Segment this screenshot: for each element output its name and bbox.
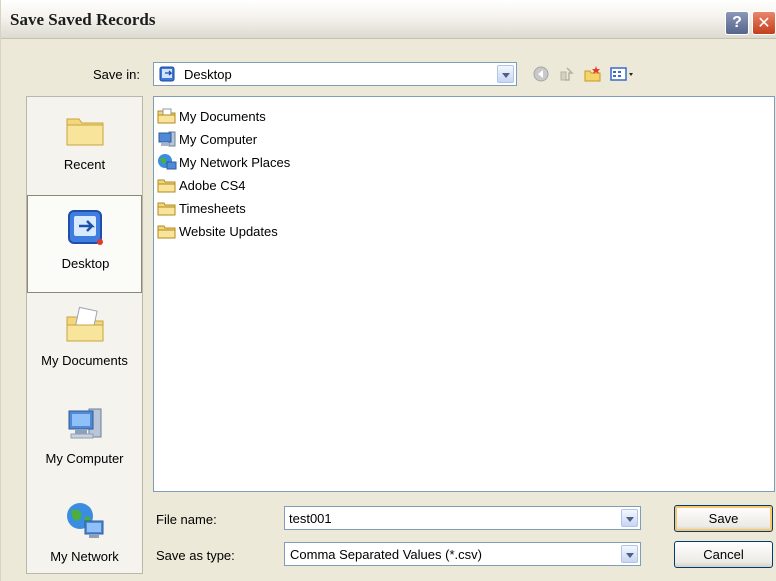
title-bar[interactable]: Save Saved Records ? ✕ bbox=[1, 0, 776, 39]
save-dialog: Save Saved Records ? ✕ Save in: Desktop bbox=[0, 0, 776, 581]
computer-icon bbox=[158, 131, 176, 147]
save-as-type-label: Save as type: bbox=[156, 548, 235, 563]
list-item[interactable]: My Computer bbox=[157, 128, 257, 150]
place-my-computer[interactable]: My Computer bbox=[27, 391, 142, 489]
cancel-button[interactable]: Cancel bbox=[674, 541, 773, 568]
save-button[interactable]: Save bbox=[674, 505, 773, 532]
file-name: Adobe CS4 bbox=[179, 177, 246, 193]
file-name: Website Updates bbox=[179, 223, 278, 239]
save-in-dropdown[interactable]: Desktop bbox=[153, 62, 517, 86]
place-label-recent: Recent bbox=[63, 157, 106, 172]
my-network-icon bbox=[67, 503, 104, 538]
new-folder-icon[interactable] bbox=[583, 64, 603, 84]
file-name-label: File name: bbox=[156, 512, 217, 527]
save-in-label: Save in: bbox=[93, 67, 140, 82]
my-computer-icon bbox=[68, 408, 102, 439]
documents-folder-icon bbox=[157, 108, 176, 124]
file-name: My Network Places bbox=[179, 154, 291, 170]
window-title: Save Saved Records bbox=[10, 10, 156, 29]
chevron-down-icon[interactable] bbox=[621, 545, 638, 563]
place-my-documents[interactable]: My Documents bbox=[27, 293, 142, 391]
list-item[interactable]: Website Updates bbox=[157, 220, 278, 242]
file-name: Timesheets bbox=[179, 200, 246, 216]
file-name: My Documents bbox=[179, 108, 266, 124]
chevron-down-icon[interactable] bbox=[497, 65, 514, 83]
desktop-icon bbox=[159, 66, 175, 82]
place-my-network[interactable]: My Network bbox=[27, 489, 142, 573]
list-item[interactable]: Adobe CS4 bbox=[157, 174, 246, 196]
chevron-down-icon[interactable] bbox=[621, 509, 638, 527]
place-label-my-computer: My Computer bbox=[45, 451, 124, 466]
views-menu-icon[interactable] bbox=[609, 64, 635, 84]
folder-icon bbox=[157, 179, 176, 193]
places-bar: Recent Desktop My Documents My Computer … bbox=[26, 96, 143, 574]
desktop-icon bbox=[68, 210, 103, 245]
list-item[interactable]: My Documents bbox=[157, 105, 266, 127]
folder-icon bbox=[157, 202, 176, 216]
help-icon: ? bbox=[732, 14, 742, 31]
folder-icon bbox=[157, 225, 176, 239]
save-in-value: Desktop bbox=[184, 67, 232, 82]
file-list[interactable]: My Documents My Computer My Network Plac… bbox=[153, 96, 775, 492]
recent-folder-icon bbox=[66, 118, 104, 146]
save-as-type-dropdown[interactable]: Comma Separated Values (*.csv) bbox=[284, 542, 641, 566]
list-item[interactable]: My Network Places bbox=[157, 151, 290, 173]
close-button[interactable]: ✕ bbox=[752, 11, 776, 35]
file-name-input[interactable] bbox=[289, 510, 599, 526]
close-icon: ✕ bbox=[757, 15, 771, 32]
place-label-my-network: My Network bbox=[50, 549, 119, 564]
place-label-my-documents: My Documents bbox=[41, 353, 128, 368]
save-as-type-value: Comma Separated Values (*.csv) bbox=[290, 547, 482, 562]
up-folder-icon[interactable] bbox=[557, 64, 577, 84]
place-label-desktop: Desktop bbox=[61, 256, 110, 271]
file-name-combo[interactable] bbox=[284, 506, 641, 530]
help-button[interactable]: ? bbox=[725, 11, 749, 35]
network-icon bbox=[158, 154, 177, 170]
list-item[interactable]: Timesheets bbox=[157, 197, 246, 219]
place-recent[interactable]: Recent bbox=[27, 97, 142, 195]
file-name: My Computer bbox=[179, 131, 258, 147]
my-documents-icon bbox=[66, 306, 104, 342]
back-icon[interactable] bbox=[531, 64, 551, 84]
place-desktop[interactable]: Desktop bbox=[27, 195, 142, 293]
